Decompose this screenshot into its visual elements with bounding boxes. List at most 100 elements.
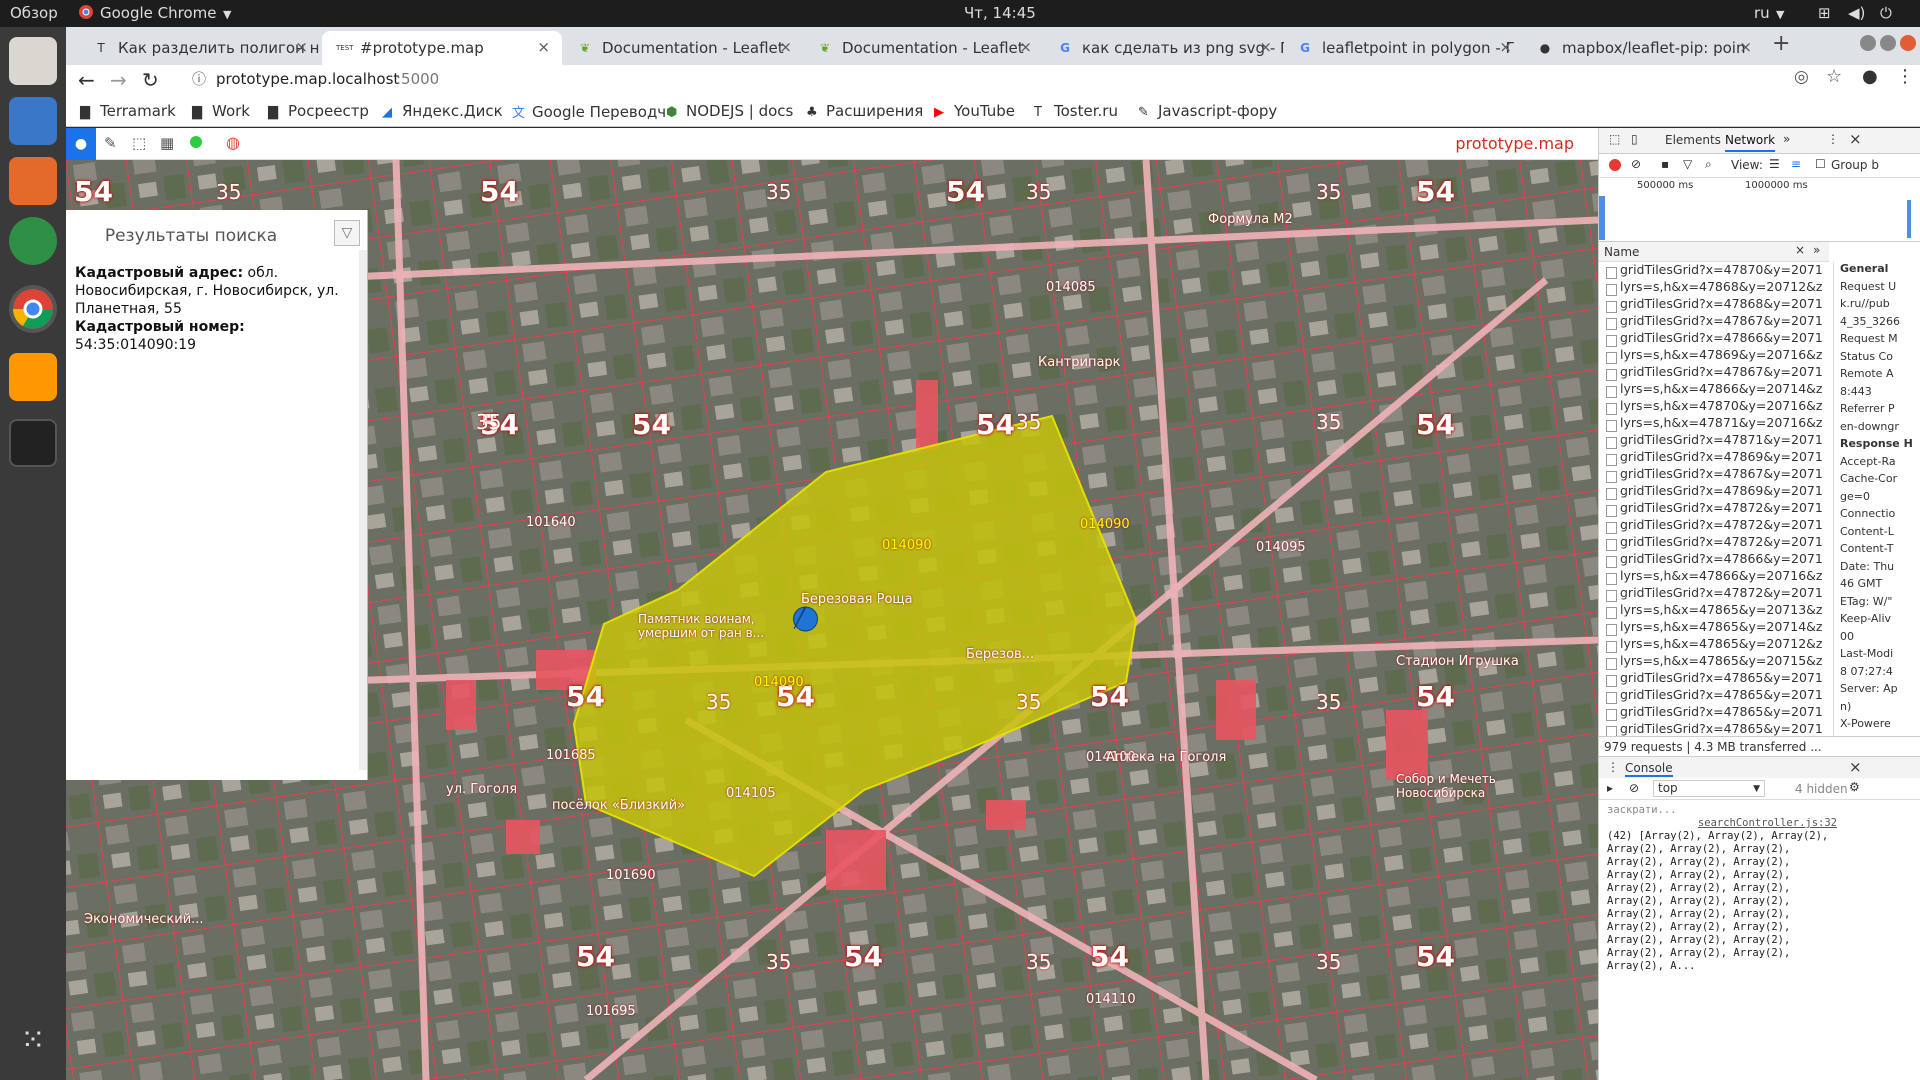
bookmark-item[interactable]: ▇ Work (192, 102, 250, 120)
chrome-dock-icon[interactable] (9, 285, 57, 333)
app-grid-icon[interactable]: ⁙ (9, 1017, 57, 1065)
app-menu[interactable]: Google Chrome (100, 4, 217, 22)
place-label[interactable]: Формула М2 (1208, 212, 1293, 227)
rocket-icon[interactable] (9, 217, 57, 265)
close-icon[interactable]: × (1849, 130, 1862, 148)
sublime-icon[interactable] (9, 353, 57, 401)
settings-icon[interactable] (9, 97, 57, 145)
inspect-icon[interactable]: ⬚ (1609, 132, 1620, 146)
panel-scrollbar[interactable] (359, 250, 367, 770)
more-icon[interactable]: » (1813, 243, 1820, 257)
name-column-header[interactable]: Name × » (1599, 242, 1829, 262)
account-icon[interactable]: ● (1862, 66, 1878, 87)
device-icon[interactable]: ▯ (1631, 132, 1638, 146)
marker-tool-icon[interactable]: ● (66, 128, 96, 160)
close-icon[interactable]: × (1849, 758, 1862, 776)
search-icon[interactable]: ⌕ (1705, 157, 1712, 172)
terminal-icon[interactable] (9, 419, 57, 467)
minimize-button[interactable] (1860, 35, 1876, 51)
close-icon[interactable]: × (1739, 38, 1752, 56)
star-icon[interactable]: ☆ (1826, 66, 1842, 87)
bookmark-item[interactable]: T Toster.ru (1034, 102, 1118, 120)
filter-icon[interactable]: ▽ (1683, 157, 1692, 171)
bookmark-item[interactable]: ⬢ NODEJS | docs (666, 102, 793, 120)
network-timeline[interactable]: 500000 ms 1000000 ms (1599, 178, 1920, 242)
tab[interactable]: ● mapbox/leaflet-pip: poin × (1524, 31, 1764, 65)
drawer-menu-icon[interactable]: ⋮ (1607, 760, 1619, 774)
clear-icon[interactable]: ⊘ (1631, 157, 1641, 171)
maximize-button[interactable] (1880, 35, 1896, 51)
tab[interactable]: ❦ Documentation - Leaflet × (804, 31, 1044, 65)
tab[interactable]: ❦ Documentation - Leaflet × (564, 31, 804, 65)
bookmark-item[interactable]: ✎ Javascript-фору (1138, 102, 1277, 120)
group-checkbox[interactable]: ☐ (1815, 157, 1826, 171)
tab-network[interactable]: Network (1725, 133, 1776, 152)
pencil-icon[interactable]: ✎ (104, 134, 117, 152)
camera-icon[interactable]: ▪ (1661, 157, 1669, 171)
language-indicator[interactable]: ru (1754, 4, 1770, 22)
info-icon[interactable]: ⓘ (192, 69, 206, 89)
map-layers-icon[interactable]: ▦ (160, 134, 174, 152)
menu-icon[interactable]: ⋮ (1896, 66, 1914, 87)
tab[interactable]: T Как разделить полигон н × (80, 31, 320, 65)
power-icon[interactable]: ⏻ (1880, 4, 1892, 22)
reload-icon[interactable]: ↻ (142, 68, 159, 92)
window-close-button[interactable] (1900, 35, 1916, 51)
bookmark-item[interactable]: ▶ YouTube (934, 102, 1015, 120)
place-label[interactable]: Стадион Игрушка (1396, 654, 1519, 669)
place-label[interactable]: Аптека на Гоголя (1106, 750, 1226, 765)
forward-icon[interactable]: → (110, 68, 127, 92)
volume-icon[interactable]: ◀) (1848, 4, 1865, 22)
select-area-icon[interactable]: ⬚ (132, 134, 146, 152)
close-icon[interactable]: × (537, 38, 550, 56)
place-label[interactable]: Березов... (966, 647, 1034, 662)
tab[interactable]: Gкак сделать из png svg - Г × (1044, 31, 1284, 65)
console-line[interactable]: (42) [Array(2), Array(2), Array(2), Arra… (1607, 830, 1837, 973)
network-request-row[interactable]: gridTilesGrid?x=47865&y=20715&... (1604, 721, 1822, 736)
clear-console-icon[interactable]: ⊘ (1629, 781, 1639, 795)
place-label[interactable]: Собор и Мечеть Новосибирска (1396, 772, 1536, 800)
menu-icon[interactable]: ⋮ (1827, 132, 1839, 146)
tab-elements[interactable]: Elements (1665, 133, 1721, 147)
address-bar[interactable]: ⓘ prototype.map.localhost :5000 (178, 65, 1828, 93)
context-select[interactable]: top ▼ (1653, 780, 1765, 797)
status-dot-icon[interactable] (190, 136, 202, 148)
result-entry[interactable]: Кадастровый адрес: обл. Новосибирская, г… (75, 264, 345, 354)
place-label[interactable]: Кантрипарк (1038, 355, 1121, 370)
close-icon[interactable]: × (1019, 38, 1032, 56)
tab[interactable]: Gleafletpoint in polygon - Г × (1284, 31, 1524, 65)
sidebar-toggle-icon[interactable]: ▸ (1607, 781, 1613, 795)
list-view-icon[interactable]: ☰ (1769, 157, 1780, 171)
new-tab-button[interactable]: + (1772, 31, 1790, 56)
record-icon[interactable] (1609, 159, 1621, 171)
activities-button[interactable]: Обзор (10, 4, 58, 22)
request-list[interactable]: gridTilesGrid?x=47870&y=20712&...lyrs=s,… (1599, 262, 1829, 736)
globe-icon[interactable]: ◍ (226, 133, 240, 152)
console-source-link[interactable]: searchController.js:32 (1607, 817, 1837, 830)
filter-icon[interactable]: ▽ (334, 220, 360, 246)
bookmark-item[interactable]: ▇ Terramark (80, 102, 176, 120)
back-icon[interactable]: ← (78, 68, 95, 92)
close-icon[interactable]: × (295, 38, 308, 56)
place-label[interactable]: Памятник воинам, умершим от ран в... (638, 612, 806, 640)
bookmark-item[interactable]: 文 Google Переводч (512, 102, 666, 121)
software-center-icon[interactable] (9, 157, 57, 205)
tab-console[interactable]: Console (1625, 761, 1673, 777)
files-icon[interactable] (9, 37, 57, 85)
close-icon[interactable]: × (1499, 38, 1512, 56)
close-icon[interactable]: × (1259, 38, 1272, 56)
close-icon[interactable]: × (1795, 243, 1805, 257)
network-icon[interactable]: ⊞ (1818, 4, 1831, 22)
clock[interactable]: Чт, 14:45 (964, 4, 1036, 22)
close-icon[interactable]: × (779, 38, 792, 56)
more-tabs-icon[interactable]: » (1783, 132, 1790, 146)
tab-active[interactable]: TEST #prototype.map × (322, 31, 562, 65)
settings-icon[interactable]: ⚙ (1849, 780, 1860, 794)
location-icon[interactable]: ◎ (1794, 67, 1809, 87)
bookmark-item[interactable]: ◢ Яндекс.Диск (382, 102, 503, 120)
bookmark-item[interactable]: ▇ Росреестр (268, 102, 369, 120)
waterfall-icon[interactable]: ≡ (1791, 157, 1801, 171)
place-label[interactable]: Березовая Роща (801, 592, 913, 607)
map-viewport[interactable]: 54 54 54 54 54 54 54 54 54 54 54 54 54 5… (66, 160, 1598, 1080)
bookmark-item[interactable]: ♣ Расширения (806, 102, 923, 120)
